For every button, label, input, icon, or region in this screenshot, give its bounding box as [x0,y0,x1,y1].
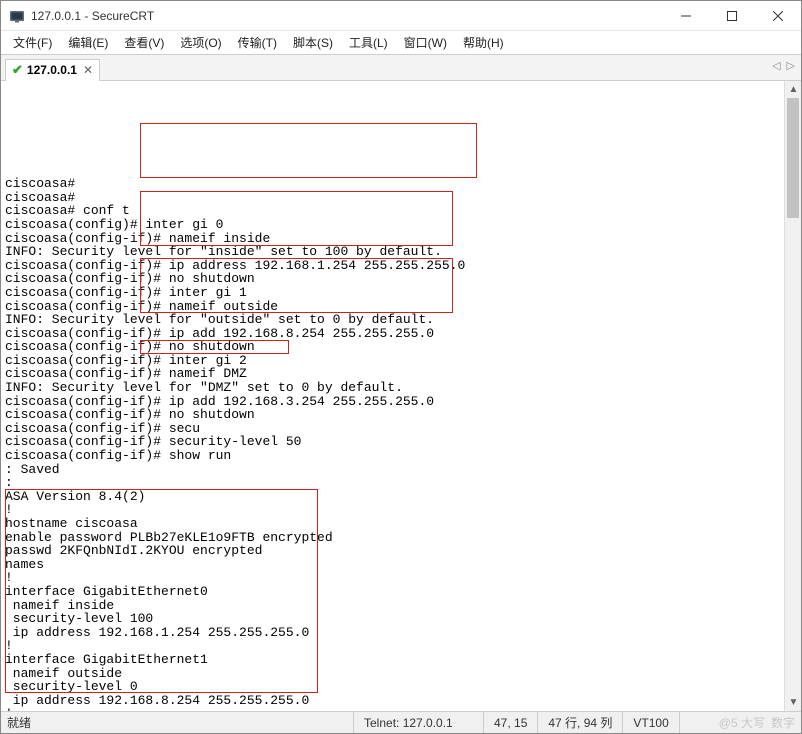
terminal-line: ciscoasa(config-if)# inter gi 1 [5,286,780,300]
maximize-button[interactable] [709,1,755,31]
menu-transfer[interactable]: 传输(T) [230,31,285,54]
terminal-line: ! [5,503,780,517]
tab-prev-icon[interactable]: ◁ [772,59,780,72]
menu-script[interactable]: 脚本(S) [285,31,341,54]
terminal-line: INFO: Security level for "inside" set to… [5,245,780,259]
status-numlock: 数字 [771,712,801,733]
tabbar: ✔ 127.0.0.1 ✕ ◁ ▷ [1,55,801,81]
terminal-line: ciscoasa(config-if)# secu [5,422,780,436]
app-icon [9,8,25,24]
terminal-line: nameif outside [5,667,780,681]
terminal-line: ! [5,707,780,711]
terminal-line: INFO: Security level for "outside" set t… [5,313,780,327]
terminal-line: ciscoasa(config-if)# no shutdown [5,340,780,354]
terminal-line: ciscoasa(config-if)# ip address 192.168.… [5,259,780,273]
menu-edit[interactable]: 编辑(E) [60,31,116,54]
check-icon: ✔ [12,62,23,78]
terminal-line: ciscoasa(config-if)# nameif outside [5,300,780,314]
scroll-down-icon[interactable]: ▼ [785,694,801,711]
minimize-button[interactable] [663,1,709,31]
statusbar: 就绪 Telnet: 127.0.0.1 47, 15 47 行, 94 列 V… [1,711,801,733]
session-tab[interactable]: ✔ 127.0.0.1 ✕ [5,59,100,81]
terminal-line: ciscoasa# [5,177,780,191]
terminal-line: security-level 100 [5,612,780,626]
terminal-line: ip address 192.168.1.254 255.255.255.0 [5,626,780,640]
terminal-line: hostname ciscoasa [5,517,780,531]
terminal-line: security-level 0 [5,680,780,694]
terminal-output[interactable]: ciscoasa#ciscoasa#ciscoasa# conf tciscoa… [1,81,784,711]
window-title: 127.0.0.1 - SecureCRT [31,9,663,23]
terminal-line: ! [5,571,780,585]
status-dimensions: 47 行, 94 列 [537,712,622,733]
terminal-line: ciscoasa(config-if)# show run [5,449,780,463]
terminal-line: nameif inside [5,599,780,613]
menu-help[interactable]: 帮助(H) [455,31,512,54]
terminal-line: interface GigabitEthernet0 [5,585,780,599]
status-watermark: @5 大写 [719,714,771,731]
terminal-line: ciscoasa# [5,191,780,205]
scroll-thumb[interactable] [787,98,799,218]
terminal-line: : Saved [5,463,780,477]
terminal: ciscoasa#ciscoasa#ciscoasa# conf tciscoa… [1,81,801,711]
terminal-line: ciscoasa(config-if)# no shutdown [5,408,780,422]
scroll-up-icon[interactable]: ▲ [785,81,801,98]
terminal-line: ciscoasa# conf t [5,204,780,218]
terminal-line: ciscoasa(config-if)# ip add 192.168.3.25… [5,395,780,409]
status-emulation: VT100 [622,712,678,733]
terminal-line: : [5,476,780,490]
terminal-line: ciscoasa(config-if)# nameif inside [5,232,780,246]
terminal-line: ciscoasa(config-if)# nameif DMZ [5,367,780,381]
terminal-line: ip address 192.168.8.254 255.255.255.0 [5,694,780,708]
terminal-line: ASA Version 8.4(2) [5,490,780,504]
status-ready: 就绪 [7,714,31,731]
scroll-track[interactable] [785,98,801,694]
terminal-line: ciscoasa(config)# inter gi 0 [5,218,780,232]
tab-next-icon[interactable]: ▷ [787,59,795,72]
terminal-line: interface GigabitEthernet1 [5,653,780,667]
tab-nav: ◁ ▷ [772,59,795,72]
terminal-line: names [5,558,780,572]
terminal-line: ciscoasa(config-if)# security-level 50 [5,435,780,449]
titlebar: 127.0.0.1 - SecureCRT [1,1,801,31]
tab-label: 127.0.0.1 [27,63,77,77]
status-caps [679,712,719,733]
terminal-line: passwd 2KFQnbNIdI.2KYOU encrypted [5,544,780,558]
status-cursor-pos: 47, 15 [483,712,537,733]
close-button[interactable] [755,1,801,31]
menu-tools[interactable]: 工具(L) [341,31,396,54]
terminal-line: ! [5,639,780,653]
vertical-scrollbar[interactable]: ▲ ▼ [784,81,801,711]
tab-close-icon[interactable]: ✕ [83,63,93,77]
terminal-line: ciscoasa(config-if)# ip add 192.168.8.25… [5,327,780,341]
window-controls [663,1,801,30]
menu-window[interactable]: 窗口(W) [396,31,455,54]
terminal-line: ciscoasa(config-if)# inter gi 2 [5,354,780,368]
status-connection: Telnet: 127.0.0.1 [353,712,483,733]
menu-file[interactable]: 文件(F) [5,31,60,54]
terminal-line: INFO: Security level for "DMZ" set to 0 … [5,381,780,395]
terminal-line: enable password PLBb27eKLE1o9FTB encrypt… [5,531,780,545]
menu-view[interactable]: 查看(V) [116,31,172,54]
terminal-line: ciscoasa(config-if)# no shutdown [5,272,780,286]
highlight-box-1 [140,123,477,178]
menu-options[interactable]: 选项(O) [172,31,229,54]
menubar: 文件(F) 编辑(E) 查看(V) 选项(O) 传输(T) 脚本(S) 工具(L… [1,31,801,55]
